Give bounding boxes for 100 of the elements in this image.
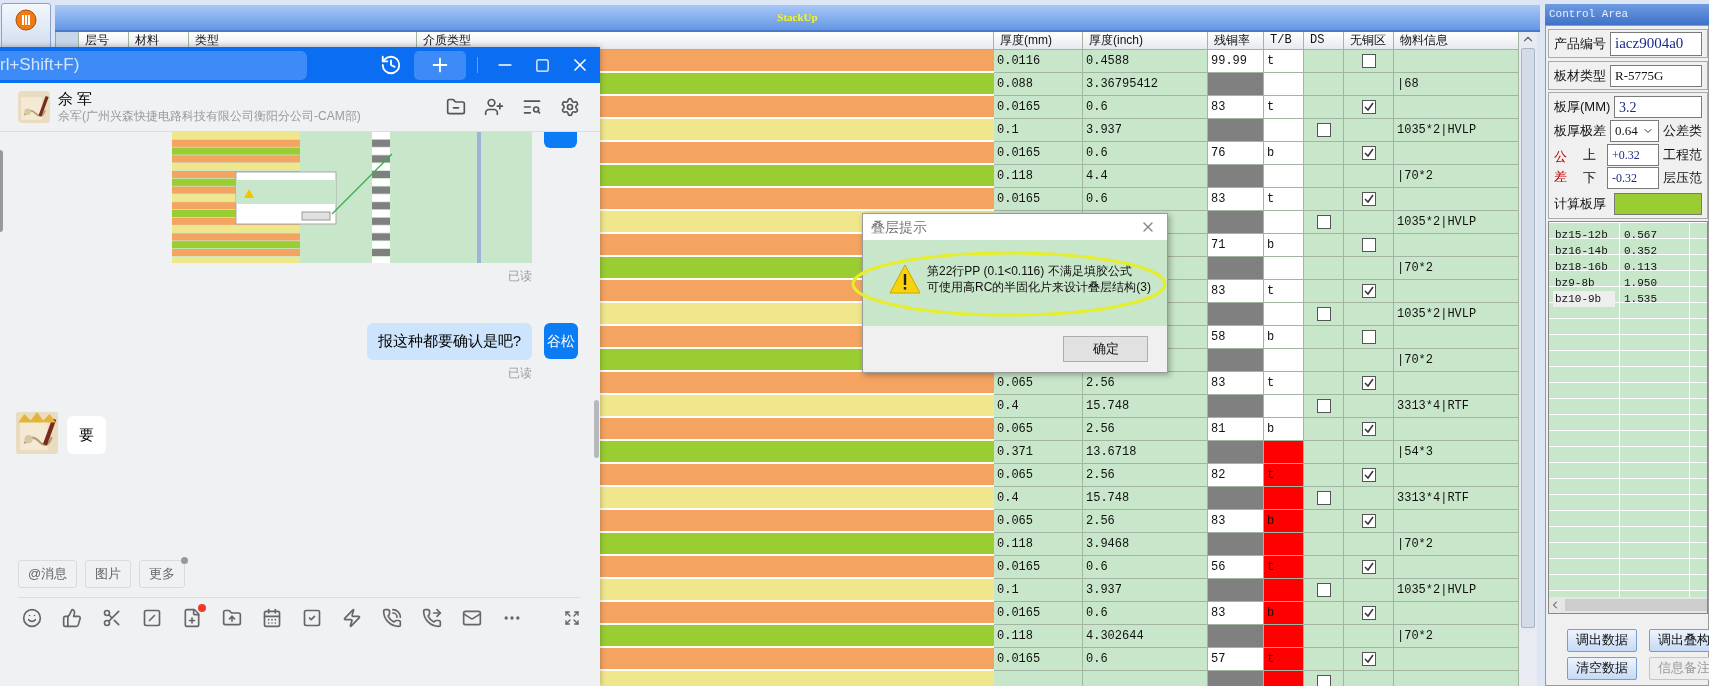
dropdown[interactable]: 0.64	[1610, 120, 1659, 142]
quick-action[interactable]: @消息	[18, 560, 78, 588]
table-cell: 0.1	[994, 119, 1083, 142]
result-row[interactable]: bz10-9b 1.535	[1549, 291, 1707, 307]
checkbox[interactable]	[1361, 560, 1376, 574]
tb-cell: t	[1264, 188, 1304, 211]
folder-icon[interactable]	[446, 97, 466, 117]
tb-cell: t	[1264, 50, 1304, 73]
tb-cell: b	[1264, 142, 1304, 165]
disabled-cell	[1208, 211, 1264, 234]
table-cell: 0.118	[994, 625, 1083, 648]
contact-subtitle: 佘军(广州兴森快捷电路科技有限公司衡阳分公司-CAM部)	[58, 108, 361, 124]
checkbox[interactable]	[1316, 399, 1331, 413]
result-row[interactable]: bz15-12b 0.567	[1549, 227, 1707, 243]
vertical-scrollbar[interactable]	[1519, 32, 1537, 686]
checkbox[interactable]	[1316, 675, 1331, 686]
add-user-icon[interactable]	[484, 97, 504, 117]
checkbox[interactable]	[1361, 100, 1376, 114]
checkbox[interactable]	[1361, 330, 1376, 344]
avatar: 谷松	[544, 323, 578, 359]
checkbox[interactable]	[1316, 123, 1331, 137]
tb-cell: b	[1264, 326, 1304, 349]
action-button[interactable]: 调出数据	[1567, 629, 1637, 652]
result-row[interactable]: bz16-14b 0.352	[1549, 243, 1707, 259]
checkbox[interactable]	[1361, 146, 1376, 160]
phone-icon[interactable]	[382, 608, 402, 628]
field-label: 计算板厚	[1554, 195, 1607, 214]
checkbox-icon[interactable]	[302, 608, 322, 628]
slash-box-icon[interactable]	[142, 608, 162, 628]
table-cell: 0.4	[994, 487, 1083, 510]
disabled-cell	[1208, 487, 1264, 510]
search-field[interactable]: rl+Shift+F)	[0, 50, 307, 80]
search-list-icon[interactable]	[522, 97, 542, 117]
table-cell: 83	[1208, 96, 1264, 119]
disabled-cell	[1208, 625, 1264, 648]
quick-action[interactable]: 更多	[139, 560, 186, 588]
result-name: bz15-12b	[1554, 227, 1609, 243]
checkbox[interactable]	[1361, 422, 1376, 436]
checkbox[interactable]	[1361, 54, 1376, 68]
table-cell	[1304, 165, 1344, 188]
expand-icon[interactable]	[564, 610, 580, 626]
checkbox[interactable]	[1361, 652, 1376, 666]
table-cell: 58	[1208, 326, 1264, 349]
field-label: 下	[1583, 169, 1597, 188]
emoji-icon[interactable]	[22, 608, 42, 628]
checkbox[interactable]	[1361, 514, 1376, 528]
checkbox[interactable]	[1316, 491, 1331, 505]
action-button[interactable]: 调出叠构	[1649, 629, 1709, 652]
new-button[interactable]	[414, 50, 466, 80]
result-row[interactable]: bz9-8b 1.950	[1549, 275, 1707, 291]
panel-title: Control Area	[1549, 7, 1629, 23]
checkbox[interactable]	[1361, 468, 1376, 482]
history-icon[interactable]	[380, 54, 402, 76]
table-cell: 83	[1208, 188, 1264, 211]
mail-icon[interactable]	[462, 608, 482, 628]
lightning-icon[interactable]	[342, 608, 362, 628]
phone-forward-icon[interactable]	[422, 608, 442, 628]
result-value: 0.113	[1624, 259, 1657, 275]
action-button[interactable]: 清空数据	[1567, 657, 1637, 680]
table-cell: 83	[1208, 602, 1264, 625]
checkbox[interactable]	[1316, 307, 1331, 321]
scissors-icon[interactable]	[102, 608, 122, 628]
tb-cell: t	[1264, 464, 1304, 487]
input-field[interactable]: iacz9004a0	[1610, 31, 1702, 56]
input-field[interactable]: +0.32	[1607, 144, 1659, 166]
tolerance-label: 公差	[1554, 148, 1568, 186]
checkbox[interactable]	[1361, 238, 1376, 252]
result-row[interactable]: bz18-16b 0.113	[1549, 259, 1707, 275]
checkbox[interactable]	[1361, 376, 1376, 390]
file-plus-icon[interactable]	[182, 608, 202, 628]
table-cell: 0.065	[994, 464, 1083, 487]
input-field[interactable]: -0.32	[1607, 167, 1659, 189]
tb-cell: t	[1264, 648, 1304, 671]
checkbox[interactable]	[1316, 215, 1331, 229]
input-field[interactable]: 3.2	[1614, 96, 1702, 118]
checkbox[interactable]	[1361, 284, 1376, 298]
horizontal-scrollbar[interactable]	[1549, 597, 1707, 613]
input-field[interactable]: R-5775G	[1610, 64, 1702, 87]
disabled-cell	[1208, 303, 1264, 326]
scrollbar-thumb[interactable]	[594, 400, 599, 458]
table-cell: 56	[1208, 556, 1264, 579]
field-label: 上	[1583, 146, 1597, 165]
checkbox[interactable]	[1361, 192, 1376, 206]
folder-upload-icon[interactable]	[222, 608, 242, 628]
checkbox[interactable]	[1361, 606, 1376, 620]
settings-icon[interactable]	[560, 97, 580, 117]
scrollbar-thumb[interactable]	[1521, 48, 1535, 628]
result-value: 1.950	[1624, 275, 1657, 291]
table-cell: 0.0165	[994, 188, 1083, 211]
contact-name: 佘 军	[58, 90, 94, 108]
disabled-cell	[1208, 165, 1264, 188]
checkbox[interactable]	[1316, 583, 1331, 597]
tb-cell: t	[1264, 96, 1304, 119]
disabled-cell	[1208, 257, 1264, 280]
calendar-icon[interactable]	[262, 608, 282, 628]
ok-button[interactable]: 确定	[1063, 336, 1148, 362]
table-cell	[1304, 441, 1344, 464]
quick-action[interactable]: 图片	[85, 560, 132, 588]
thumbs-up-icon[interactable]	[62, 608, 82, 628]
maximize-icon[interactable]	[535, 57, 550, 73]
